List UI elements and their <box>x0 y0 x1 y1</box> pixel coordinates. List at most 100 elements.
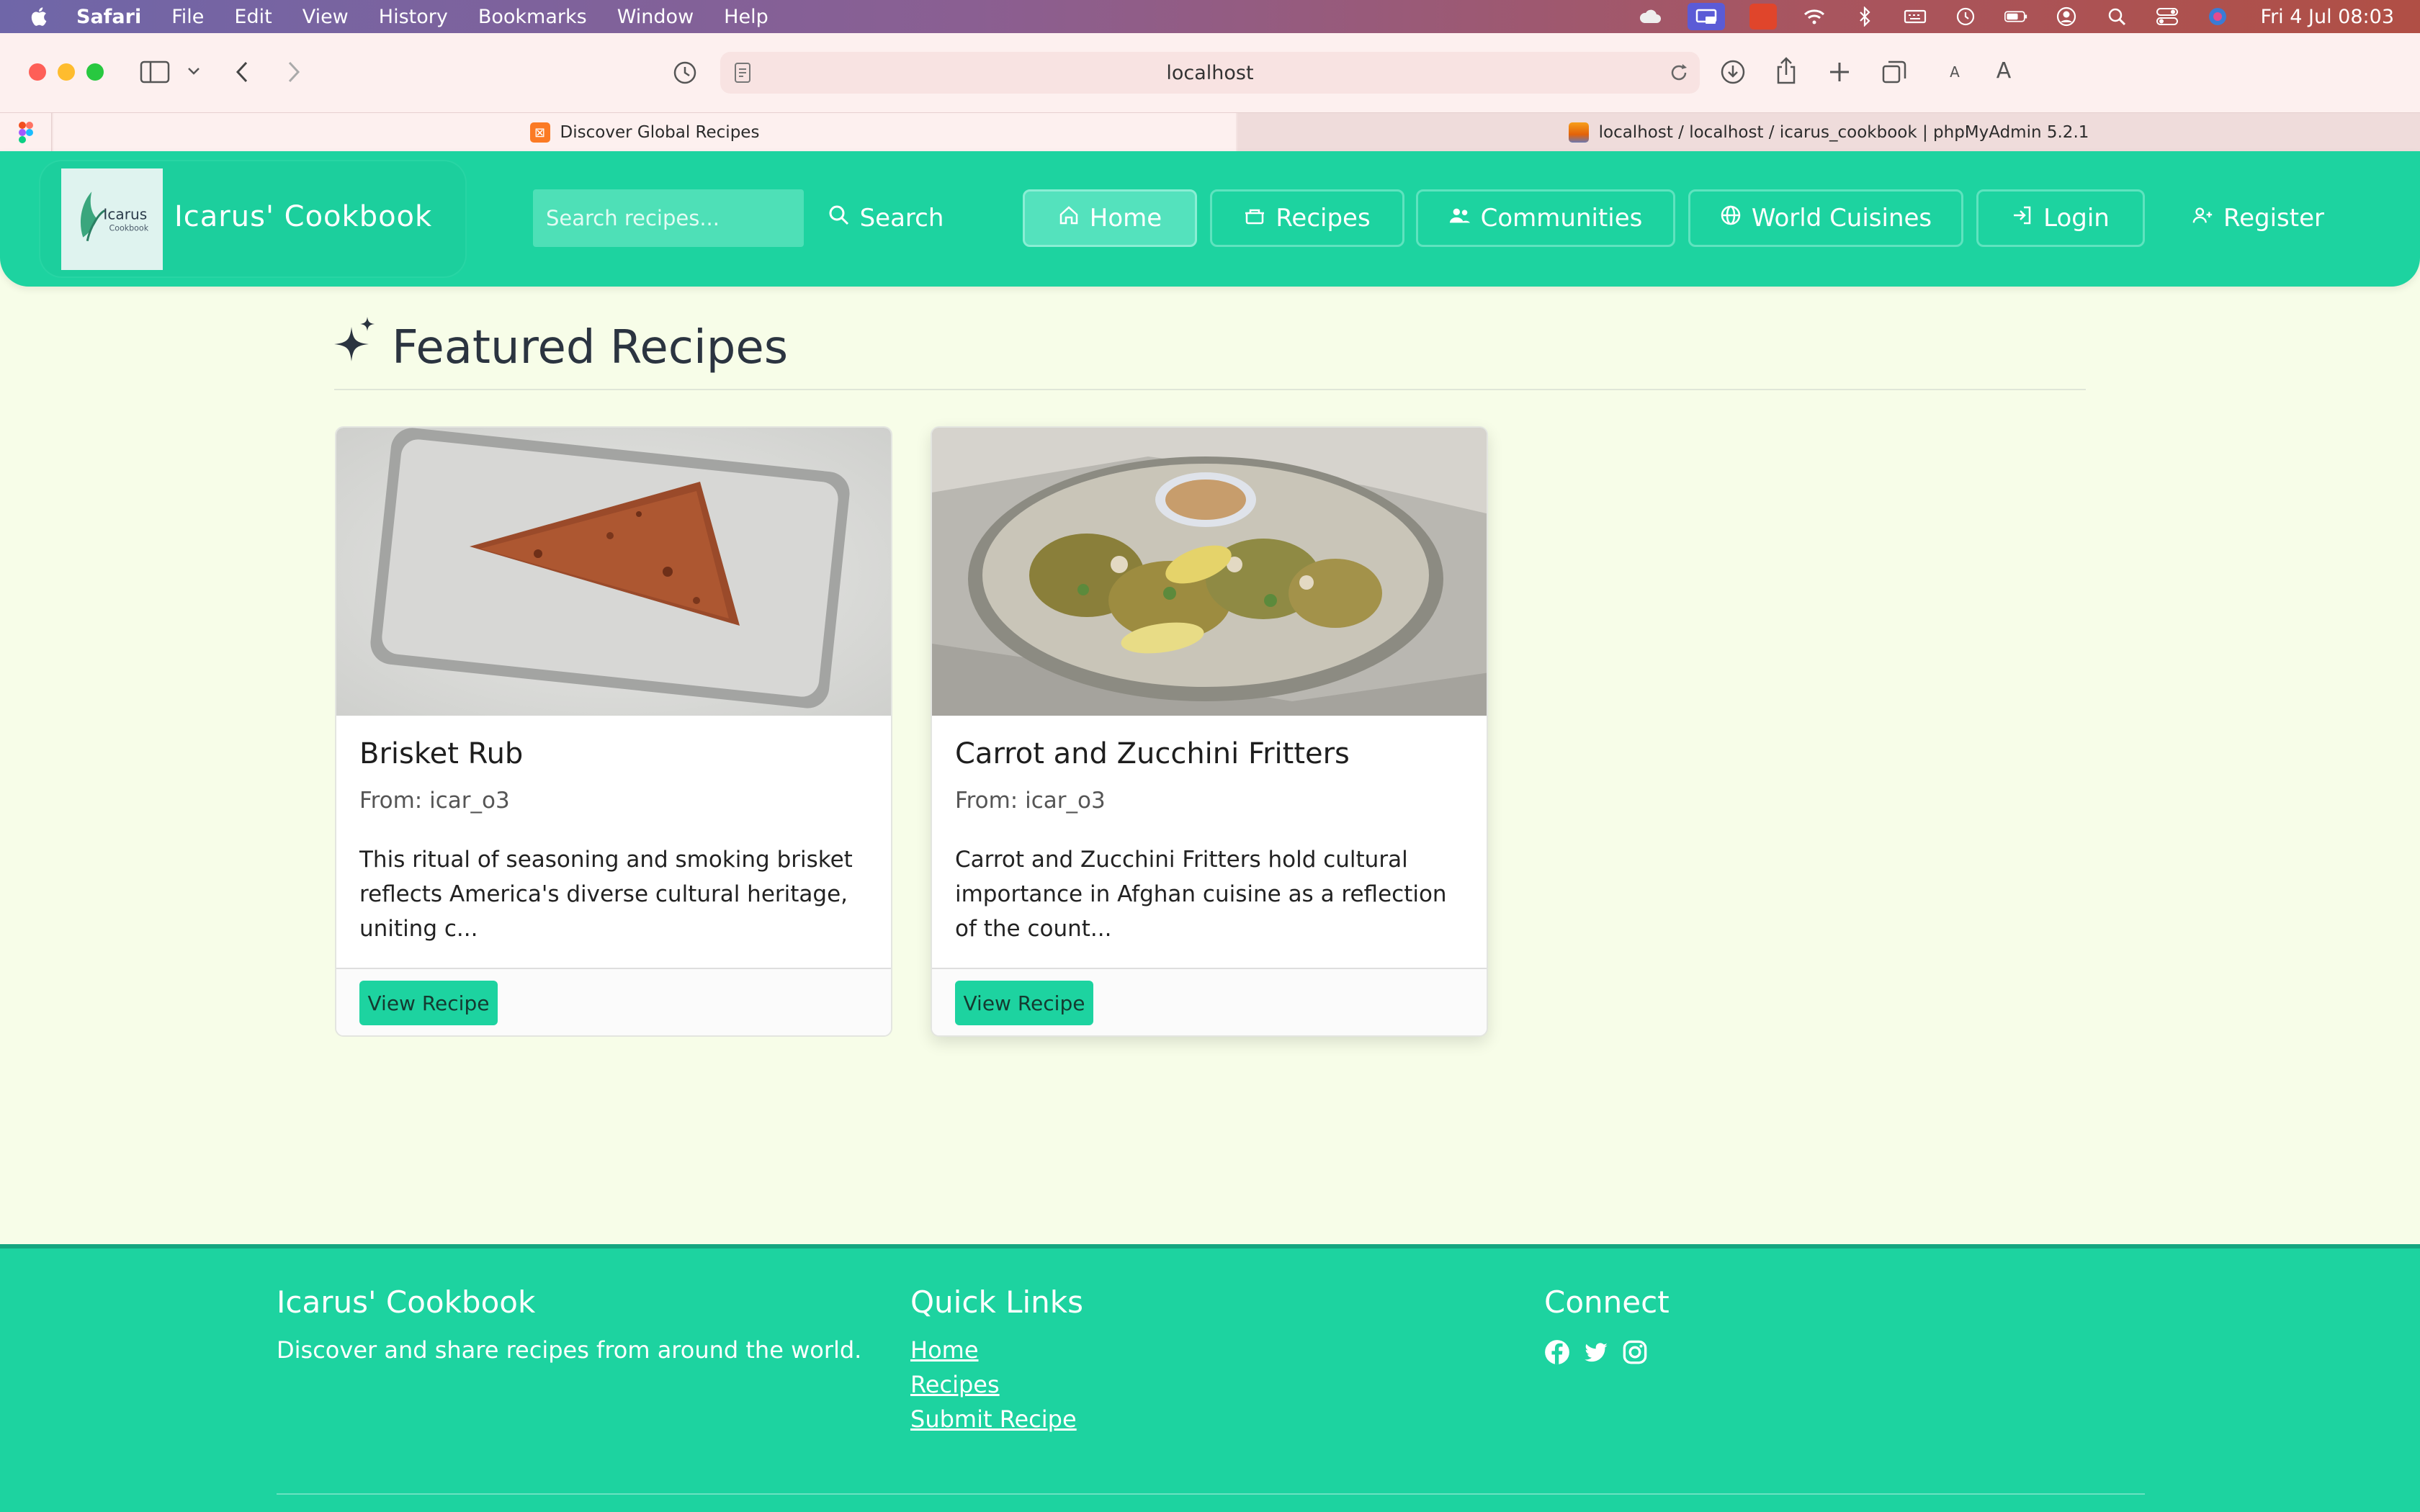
time-machine-icon[interactable] <box>1953 6 1978 27</box>
download-icon[interactable] <box>1720 59 1746 85</box>
wifi-icon[interactable] <box>1801 6 1827 27</box>
globe-icon <box>1720 204 1742 233</box>
keyboard-icon[interactable] <box>1902 6 1928 27</box>
nav-recipes-label: Recipes <box>1276 204 1371 233</box>
text-smaller-icon[interactable]: A <box>1946 62 1963 82</box>
logo-text: Icarus <box>103 206 147 223</box>
tab-phpmyadmin[interactable]: localhost / localhost / icarus_cookbook … <box>1237 113 2420 152</box>
card-footer: View Recipe <box>932 968 1487 1035</box>
close-window-button[interactable] <box>29 63 46 81</box>
view-recipe-button[interactable]: View Recipe <box>359 981 498 1025</box>
sparkles-icon <box>334 317 376 379</box>
page-icon <box>733 62 752 84</box>
users-icon <box>1449 204 1471 233</box>
tab-title: localhost / localhost / icarus_cookbook … <box>1598 123 2089 142</box>
footer-tagline: Discover and share recipes from around t… <box>277 1336 862 1364</box>
menu-help[interactable]: Help <box>724 6 768 28</box>
twitter-icon[interactable] <box>1583 1339 1609 1365</box>
recipe-card: Brisket Rub From: icar_o3 This ritual of… <box>335 426 892 1037</box>
menu-view[interactable]: View <box>302 6 349 28</box>
nav-communities-label: Communities <box>1480 204 1643 233</box>
recipe-image-brisket-rub[interactable] <box>336 428 891 716</box>
search-button[interactable]: Search <box>821 189 951 247</box>
figma-icon <box>18 122 33 143</box>
facebook-icon[interactable] <box>1544 1339 1570 1365</box>
control-center-icon[interactable] <box>2154 6 2180 27</box>
section-title-text: Featured Recipes <box>392 321 789 374</box>
siri-icon[interactable] <box>2205 6 2231 27</box>
xampp-icon: ⊠ <box>529 122 550 143</box>
new-tab-icon[interactable] <box>1828 60 1851 84</box>
site-footer: Icarus' Cookbook Discover and share reci… <box>0 1244 2420 1512</box>
back-icon[interactable] <box>233 60 251 84</box>
history-icon[interactable] <box>673 60 697 85</box>
instagram-icon[interactable] <box>1622 1339 1648 1365</box>
card-title[interactable]: Brisket Rub <box>359 737 523 770</box>
footer-link-submit-recipe[interactable]: Submit Recipe <box>910 1405 1077 1433</box>
address-bar[interactable]: localhost <box>720 52 1700 94</box>
footer-link-home[interactable]: Home <box>910 1336 979 1364</box>
footer-divider <box>277 1493 2145 1495</box>
footer-brand: Icarus' Cookbook <box>277 1284 536 1320</box>
search-button-label: Search <box>859 204 944 233</box>
share-icon[interactable] <box>1775 56 1798 85</box>
nav-register[interactable]: Register <box>2168 189 2348 247</box>
menu-app-safari[interactable]: Safari <box>76 6 141 28</box>
logo[interactable]: Icarus Cookbook <box>61 168 163 270</box>
sidebar-toggle-icon[interactable] <box>140 60 170 84</box>
menu-clock[interactable]: Fri 4 Jul 08:03 <box>2261 6 2394 28</box>
logo-subtext: Cookbook <box>109 224 148 233</box>
maximize-window-button[interactable] <box>86 63 104 81</box>
menu-bar: Safari File Edit View History Bookmarks … <box>0 0 2420 33</box>
card-author: From: icar_o3 <box>955 788 1106 814</box>
tab-bar: ⊠ Discover Global Recipes localhost / lo… <box>0 112 2420 152</box>
view-recipe-button[interactable]: View Recipe <box>955 981 1093 1025</box>
section-title: Featured Recipes <box>334 317 788 379</box>
card-title[interactable]: Carrot and Zucchini Fritters <box>955 737 1350 770</box>
cloud-icon[interactable] <box>1637 6 1663 27</box>
login-icon <box>2012 204 2033 233</box>
tab-discover-recipes[interactable]: ⊠ Discover Global Recipes <box>53 113 1236 152</box>
nav-register-label: Register <box>2223 204 2324 233</box>
chevron-down-icon[interactable] <box>187 66 200 76</box>
user-plus-icon <box>2192 204 2213 233</box>
nav-communities[interactable]: Communities <box>1416 189 1675 247</box>
screen-mirroring-icon[interactable] <box>1687 3 1725 30</box>
nav-world-cuisines[interactable]: World Cuisines <box>1688 189 1963 247</box>
nav-home[interactable]: Home <box>1023 189 1197 247</box>
card-description: This ritual of seasoning and smoking bri… <box>359 847 853 942</box>
nav-home-label: Home <box>1089 204 1162 233</box>
nav-login[interactable]: Login <box>1976 189 2145 247</box>
figma-pinned-tab[interactable] <box>0 113 52 152</box>
menu-edit[interactable]: Edit <box>234 6 272 28</box>
site-header: Icarus Cookbook Icarus' Cookbook Search … <box>0 151 2420 287</box>
brand-name[interactable]: Icarus' Cookbook <box>174 200 432 233</box>
minimize-window-button[interactable] <box>58 63 75 81</box>
menu-history[interactable]: History <box>379 6 448 28</box>
recipe-card: Carrot and Zucchini Fritters From: icar_… <box>931 426 1488 1037</box>
footer-quick-links-title: Quick Links <box>910 1284 1084 1320</box>
forward-icon[interactable] <box>285 60 302 84</box>
spotlight-search-icon[interactable] <box>2104 6 2130 27</box>
phpmyadmin-icon <box>1568 122 1589 143</box>
text-larger-icon[interactable]: A <box>1992 58 2015 84</box>
nav-recipes[interactable]: Recipes <box>1210 189 1404 247</box>
card-footer: View Recipe <box>336 968 891 1035</box>
user-icon[interactable] <box>2053 6 2079 27</box>
nav-login-label: Login <box>2043 204 2110 233</box>
menu-bookmarks[interactable]: Bookmarks <box>478 6 587 28</box>
reload-icon[interactable] <box>1668 62 1690 84</box>
menu-window[interactable]: Window <box>617 6 694 28</box>
search-input[interactable] <box>533 189 804 247</box>
recipe-image-carrot-zucchini-fritters[interactable] <box>932 428 1487 716</box>
tab-overview-icon[interactable] <box>1881 59 1907 85</box>
home-icon <box>1058 204 1080 233</box>
apple-icon[interactable] <box>27 4 49 29</box>
bluetooth-icon[interactable] <box>1852 6 1878 27</box>
app-status-icon[interactable] <box>1749 4 1777 30</box>
footer-link-recipes[interactable]: Recipes <box>910 1371 1000 1398</box>
battery-icon[interactable] <box>2003 6 2029 27</box>
footer-connect-title: Connect <box>1544 1284 1670 1320</box>
cooking-pot-icon <box>1244 204 1265 233</box>
menu-file[interactable]: File <box>171 6 204 28</box>
